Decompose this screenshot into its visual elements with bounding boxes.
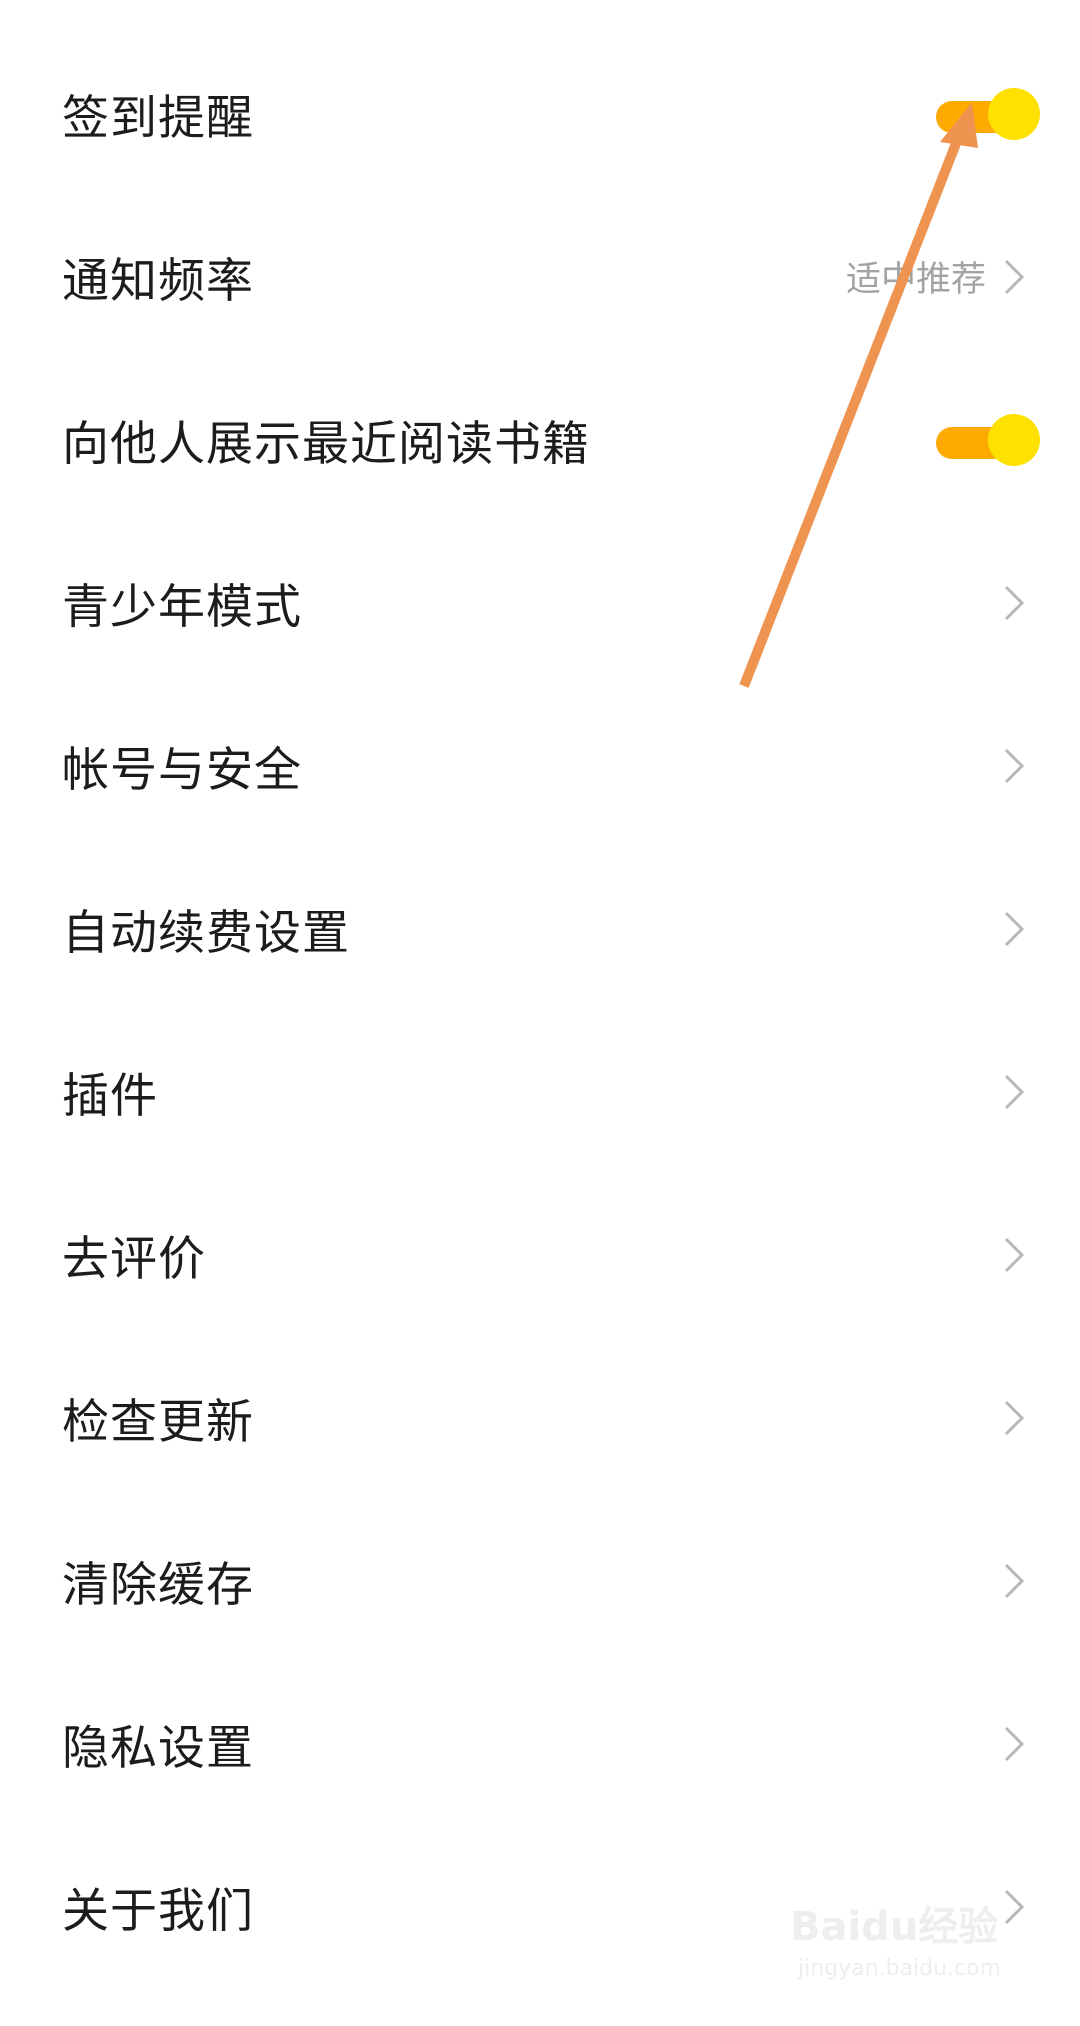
chevron-right-icon (1004, 911, 1025, 946)
row-controls (936, 87, 1040, 140)
chevron-right-icon (1004, 585, 1025, 620)
setting-label: 向他人展示最近阅读书籍 (62, 417, 590, 472)
setting-label: 自动续费设置 (62, 906, 350, 961)
setting-label: 去评价 (62, 1232, 206, 1287)
setting-label: 清除缓存 (62, 1558, 254, 1613)
watermark-logo: Baidu经验 jingyan.baidu.com (790, 1894, 1030, 2014)
setting-label: 通知频率 (62, 254, 254, 309)
setting-notification-frequency[interactable]: 通知频率 适中推荐 (0, 195, 1080, 358)
setting-label: 签到提醒 (62, 91, 254, 146)
row-controls (998, 1722, 1028, 1766)
setting-label: 隐私设置 (62, 1721, 254, 1776)
show-recent-books-toggle[interactable] (936, 413, 1040, 466)
setting-label: 插件 (62, 1069, 158, 1124)
setting-check-update[interactable]: 检查更新 (0, 1336, 1080, 1499)
setting-clear-cache[interactable]: 清除缓存 (0, 1499, 1080, 1662)
chevron-right-icon (1004, 1237, 1025, 1272)
row-controls (936, 413, 1040, 466)
setting-show-recent-books[interactable]: 向他人展示最近阅读书籍 (0, 358, 1080, 521)
row-controls (998, 1233, 1028, 1277)
row-controls (998, 581, 1028, 625)
setting-rate-app[interactable]: 去评价 (0, 1173, 1080, 1336)
watermark-url: jingyan.baidu.com (798, 1956, 1002, 1981)
chevron-right-icon (1004, 748, 1025, 783)
row-controls (998, 1559, 1028, 1603)
setting-label: 帐号与安全 (62, 743, 302, 798)
chevron-right-icon (1004, 1074, 1025, 1109)
setting-privacy[interactable]: 隐私设置 (0, 1662, 1080, 1825)
setting-auto-renewal[interactable]: 自动续费设置 (0, 847, 1080, 1010)
chevron-right-icon (1004, 1726, 1025, 1761)
row-controls (998, 907, 1028, 951)
settings-page: 签到提醒 通知频率 适中推荐 向他人展示最近阅读书籍 青少年模式 帐号与安全 自… (0, 0, 1080, 2026)
notification-frequency-value: 适中推荐 (845, 260, 986, 300)
row-controls: 适中推荐 (846, 251, 1028, 302)
watermark-brand: Baidu经验 (790, 1904, 999, 1950)
chevron-right-icon (1004, 1563, 1025, 1598)
setting-label: 关于我们 (62, 1884, 254, 1939)
chevron-right-icon (1004, 1400, 1025, 1435)
row-controls (998, 1070, 1028, 1114)
setting-label: 青少年模式 (62, 580, 302, 635)
toggle-knob (988, 413, 1040, 466)
setting-checkin-reminder[interactable]: 签到提醒 (0, 32, 1080, 195)
checkin-reminder-toggle[interactable] (936, 87, 1040, 140)
toggle-knob (988, 87, 1040, 140)
setting-account-security[interactable]: 帐号与安全 (0, 684, 1080, 847)
chevron-right-icon (1004, 259, 1025, 294)
row-controls (998, 744, 1028, 788)
setting-teen-mode[interactable]: 青少年模式 (0, 521, 1080, 684)
row-controls (998, 1396, 1028, 1440)
setting-plugins[interactable]: 插件 (0, 1010, 1080, 1173)
setting-label: 检查更新 (62, 1395, 254, 1450)
